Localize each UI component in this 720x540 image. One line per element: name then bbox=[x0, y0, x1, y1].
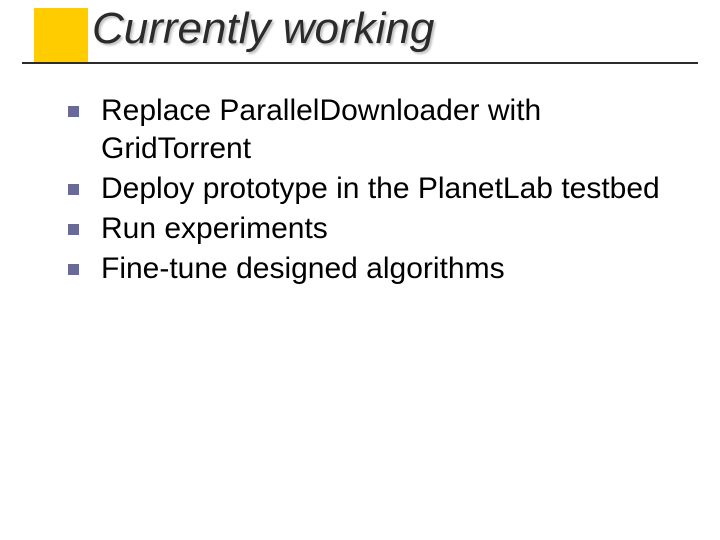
bullet-list: Replace ParallelDownloader with GridTorr… bbox=[68, 92, 680, 290]
slide: Currently working Replace ParallelDownlo… bbox=[0, 0, 720, 540]
square-bullet-icon bbox=[68, 106, 79, 117]
slide-title: Currently working bbox=[92, 4, 434, 54]
list-item: Replace ParallelDownloader with GridTorr… bbox=[68, 92, 680, 168]
list-item-text: Fine-tune designed algorithms bbox=[101, 250, 505, 288]
list-item-text: Deploy prototype in the PlanetLab testbe… bbox=[101, 170, 660, 208]
square-bullet-icon bbox=[68, 264, 79, 275]
list-item-text: Run experiments bbox=[101, 210, 328, 248]
list-item: Run experiments bbox=[68, 210, 680, 248]
list-item: Fine-tune designed algorithms bbox=[68, 250, 680, 288]
list-item: Deploy prototype in the PlanetLab testbe… bbox=[68, 170, 680, 208]
square-bullet-icon bbox=[68, 224, 79, 235]
list-item-text: Replace ParallelDownloader with GridTorr… bbox=[101, 92, 680, 168]
square-bullet-icon bbox=[68, 184, 79, 195]
title-accent-box bbox=[34, 8, 88, 62]
title-underline bbox=[22, 62, 698, 64]
